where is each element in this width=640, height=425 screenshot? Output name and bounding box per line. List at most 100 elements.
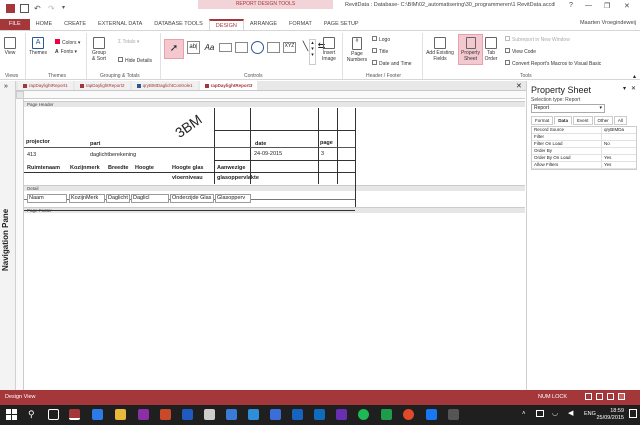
view-button[interactable]: View xyxy=(4,37,16,56)
textbox-icon[interactable]: ab| xyxy=(187,41,200,54)
prop-tab-data[interactable]: Data xyxy=(554,116,573,125)
print-preview-icon[interactable] xyxy=(596,393,603,400)
property-value[interactable]: Yes xyxy=(602,162,611,168)
clock[interactable]: 18:59 25/09/2015 xyxy=(596,408,624,422)
excel-icon[interactable] xyxy=(381,409,392,420)
insert-image-button[interactable]: Insert Image xyxy=(320,37,338,62)
app-icon[interactable] xyxy=(292,409,303,420)
prop-tab-all[interactable]: All xyxy=(613,116,627,125)
report-selector[interactable] xyxy=(16,91,24,99)
prop-tab-event[interactable]: Event xyxy=(573,116,593,125)
volume-icon[interactable]: ◀ xyxy=(568,409,573,417)
detail-field[interactable]: Glasopperv xyxy=(215,194,251,203)
close-button[interactable]: ✕ xyxy=(624,2,630,10)
file-explorer-icon[interactable] xyxy=(115,409,126,420)
powerpoint-icon[interactable] xyxy=(160,409,171,420)
edge-icon[interactable] xyxy=(92,409,103,420)
hide-details-button[interactable]: Hide Details xyxy=(118,57,152,64)
tab-arrange[interactable]: ARRANGE xyxy=(244,19,283,30)
user-name[interactable]: Maarten Vroegindeweij xyxy=(580,20,636,26)
onenote-icon[interactable] xyxy=(138,409,149,420)
redo-icon[interactable]: ↷ xyxy=(48,4,57,13)
totals-button[interactable]: Σ Totals ▾ xyxy=(118,39,139,45)
page-label[interactable]: page xyxy=(320,140,333,146)
help-button[interactable]: ? xyxy=(569,2,573,9)
detail-field[interactable]: Daglicl xyxy=(131,194,169,203)
page-field[interactable]: 3 xyxy=(321,151,324,157)
app-icon[interactable] xyxy=(336,409,347,420)
add-fields-button[interactable]: Add Existing Fields xyxy=(426,37,454,62)
date-field[interactable]: 24-09-2015 xyxy=(254,151,282,157)
tab-design[interactable]: DESIGN xyxy=(208,19,244,30)
collapse-ribbon-icon[interactable]: ▴ xyxy=(633,73,636,80)
property-sheet-button[interactable]: Property Sheet xyxy=(458,34,483,65)
word-icon[interactable] xyxy=(182,409,193,420)
date-time-button[interactable]: Date and Time xyxy=(372,60,412,67)
task-view-icon[interactable] xyxy=(48,409,59,420)
tab-format[interactable]: FORMAT xyxy=(283,19,318,30)
detail-bar[interactable]: Detail xyxy=(24,185,525,191)
hyperlink-icon[interactable] xyxy=(251,41,264,54)
property-value[interactable]: Yes xyxy=(602,155,611,161)
property-value[interactable] xyxy=(602,134,604,140)
tab-page-setup[interactable]: PAGE SETUP xyxy=(318,19,365,30)
prop-tab-other[interactable]: Other xyxy=(593,116,613,125)
themes-button[interactable]: A Themes xyxy=(29,37,47,56)
col-header-line2[interactable]: glasoppervlakte xyxy=(217,175,259,181)
selection-dropdown[interactable]: Report ▾ xyxy=(531,104,605,113)
minimize-button[interactable]: — xyxy=(585,2,592,9)
revit-icon[interactable] xyxy=(226,409,237,420)
doc-tab-active[interactable]: rapDaylightReport3 xyxy=(199,81,258,90)
tab-external-data[interactable]: EXTERNAL DATA xyxy=(92,19,148,30)
battery-icon[interactable] xyxy=(536,410,544,417)
app-icon[interactable] xyxy=(426,409,437,420)
app-icon[interactable] xyxy=(448,409,459,420)
chrome-icon[interactable] xyxy=(403,409,414,420)
prop-tab-format[interactable]: Format xyxy=(531,116,554,125)
controls-more-button[interactable]: ▴ ▾ ▾ xyxy=(309,39,316,65)
detail-field[interactable]: KozijnMerk xyxy=(69,194,105,203)
detail-field[interactable]: Onderzijde Glas xyxy=(170,194,214,203)
convert-macros-button[interactable]: Convert Report's Macros to Visual Basic xyxy=(505,60,601,67)
save-icon[interactable] xyxy=(20,4,29,13)
restore-button[interactable]: ❐ xyxy=(604,2,610,10)
nav-expand-icon[interactable]: » xyxy=(4,83,8,90)
subreport-button[interactable]: Subreport in New Window xyxy=(505,36,570,43)
label-icon[interactable]: Aa xyxy=(203,41,216,54)
property-sheet-close-icon[interactable]: ✕ xyxy=(631,85,636,92)
detail-field[interactable]: Daglicht xyxy=(106,194,130,203)
property-row[interactable]: Order By xyxy=(532,148,636,155)
tab-control-icon[interactable] xyxy=(235,42,248,53)
access-taskbar-icon[interactable] xyxy=(69,409,80,420)
nav-control-icon[interactable] xyxy=(267,42,280,53)
group-sort-button[interactable]: Group & Sort xyxy=(90,37,108,62)
navigation-pane[interactable]: » Navigation Pane xyxy=(0,81,16,390)
detail-field[interactable]: Naam xyxy=(27,194,67,203)
property-row[interactable]: Order By On Load Yes xyxy=(532,155,636,162)
language-indicator[interactable]: ENG xyxy=(584,411,596,417)
customize-qat-icon[interactable]: ▾ xyxy=(62,4,71,13)
col-header[interactable]: Hoogte xyxy=(135,165,154,171)
button-icon[interactable] xyxy=(219,43,232,52)
chart-icon[interactable]: XYZ xyxy=(283,42,296,53)
layout-view-icon[interactable] xyxy=(607,393,614,400)
page-numbers-button[interactable]: # Page Numbers xyxy=(346,37,368,63)
property-value[interactable] xyxy=(602,148,604,154)
colors-button[interactable]: Colors ▾ xyxy=(55,39,80,46)
report-design-surface[interactable] xyxy=(16,91,525,390)
notifications-icon[interactable] xyxy=(629,409,637,418)
col-header[interactable]: Aanwezige xyxy=(217,165,245,171)
select-tool[interactable]: ➚ xyxy=(164,39,184,59)
tray-chevron-icon[interactable]: ˄ xyxy=(522,411,526,417)
col-header-line2[interactable]: vloerniveau xyxy=(172,175,203,181)
close-document-button[interactable]: ✕ xyxy=(516,82,522,90)
property-sheet-dropdown-icon[interactable]: ▾ xyxy=(623,85,626,92)
projector-label[interactable]: projector xyxy=(26,139,50,145)
doc-tab[interactable]: qryBIMDaglichtControle1 xyxy=(131,81,198,90)
col-header[interactable]: Kozijnmerk xyxy=(70,165,100,171)
app-icon[interactable] xyxy=(248,409,259,420)
part-field[interactable]: daglichtberekening xyxy=(90,152,136,158)
property-row[interactable]: Filter On Load No xyxy=(532,141,636,148)
doc-tab[interactable]: rapDaylightReport1 xyxy=(18,81,73,90)
outlook-icon[interactable] xyxy=(314,409,325,420)
